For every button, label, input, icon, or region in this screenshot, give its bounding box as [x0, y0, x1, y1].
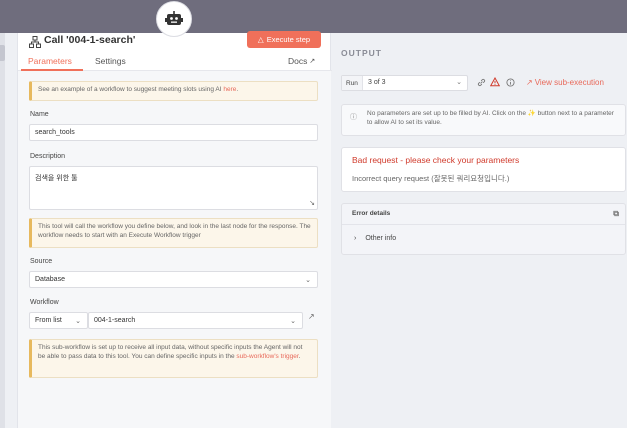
run-label: Run	[342, 76, 363, 90]
flask-icon: △	[257, 35, 264, 44]
workflow-select[interactable]: 004-1-search ⌄	[88, 312, 303, 329]
subworkflow-notice-suffix: .	[298, 352, 301, 360]
example-here-link[interactable]: here	[223, 86, 236, 93]
other-info-toggle[interactable]: › Other info	[354, 235, 396, 242]
name-input[interactable]: search_tools	[29, 124, 318, 141]
workflow-label: Workflow	[30, 299, 59, 306]
output-title: OUTPUT	[341, 48, 382, 58]
left-edge-panel	[0, 33, 5, 428]
other-info-label: Other info	[365, 235, 397, 242]
top-bar	[0, 0, 627, 33]
tab-parameters[interactable]: Parameters	[28, 56, 72, 66]
workflow-icon	[29, 36, 41, 48]
source-select[interactable]: Database ⌄	[29, 271, 318, 288]
error-card: Bad request - please check your paramete…	[341, 147, 626, 192]
subworkflow-notice: This sub-workflow is set up to receive a…	[29, 339, 318, 378]
subworkflow-trigger-link[interactable]: sub-workflow's trigger	[236, 353, 298, 360]
info-icon: ⓘ	[350, 114, 357, 121]
workflow-value: 004-1-search	[94, 317, 136, 324]
view-sub-execution-label: View sub-execution	[534, 78, 604, 87]
external-link-icon: ↗	[309, 58, 316, 65]
copy-icon[interactable]: ⧉	[613, 209, 619, 219]
tab-settings[interactable]: Settings	[95, 56, 126, 66]
error-details-card: Error details ⧉ › Other info	[341, 203, 626, 255]
error-details-header: Error details ⧉	[342, 204, 625, 225]
chevron-down-icon: ⌄	[290, 317, 296, 325]
execute-step-label: Execute step	[266, 35, 311, 44]
workflow-mode-select[interactable]: From list ⌄	[29, 312, 88, 329]
node-robot-badge	[156, 1, 192, 37]
resize-handle-icon[interactable]: ↘	[309, 199, 315, 207]
run-selector[interactable]: Run 3 of 3 ⌄	[341, 75, 468, 91]
example-notice-text: See an example of a workflow to suggest …	[38, 86, 224, 93]
link-icon[interactable]	[477, 78, 486, 89]
source-label: Source	[30, 258, 53, 265]
error-details-label: Error details	[352, 210, 391, 217]
robot-icon	[165, 11, 183, 25]
tool-info-notice: This tool will call the workflow you def…	[29, 218, 318, 248]
view-sub-execution-link[interactable]: ↗ View sub-execution	[526, 78, 604, 87]
chevron-right-icon: ›	[354, 235, 357, 242]
output-pane: OUTPUT Run 3 of 3 ⌄ ↗ View sub-execution…	[331, 33, 627, 428]
no-parameters-text: No parameters are set up to be filled by…	[367, 110, 614, 126]
description-label: Description	[30, 153, 66, 160]
chevron-down-icon: ⌄	[305, 276, 311, 284]
left-edge-tab[interactable]	[0, 45, 5, 61]
execute-step-button[interactable]: △ Execute step	[247, 31, 321, 48]
external-link-icon: ↗	[526, 78, 533, 87]
parameters-body: See an example of a workflow to suggest …	[18, 71, 331, 428]
no-parameters-notice: ⓘ No parameters are set up to be filled …	[341, 104, 626, 136]
error-title: Bad request - please check your paramete…	[352, 155, 520, 165]
chevron-down-icon: ⌄	[75, 317, 81, 325]
source-value: Database	[35, 276, 65, 283]
warning-icon	[489, 76, 501, 89]
example-notice-suffix: .	[236, 86, 239, 93]
example-notice: See an example of a workflow to suggest …	[29, 81, 318, 101]
docs-label: Docs	[288, 56, 308, 66]
node-title: Call '004-1-search'	[44, 34, 136, 46]
chevron-down-icon: ⌄	[456, 79, 462, 86]
description-textarea[interactable]: 검색을 위한 툴 ↘	[29, 166, 318, 210]
run-value: 3 of 3	[368, 79, 386, 86]
name-label: Name	[30, 111, 49, 118]
node-settings-panel: Call '004-1-search' △ Execute step Param…	[17, 31, 332, 428]
info-icon[interactable]	[506, 78, 515, 89]
open-workflow-icon[interactable]: ↗	[308, 312, 315, 321]
docs-link[interactable]: Docs ↗	[288, 56, 315, 66]
workflow-mode-value: From list	[35, 317, 62, 324]
description-value: 검색을 위한 툴	[35, 175, 78, 182]
error-subtitle: Incorrect query request (잘못된 쿼리요청입니다.)	[352, 174, 510, 183]
panel-tabs: Parameters Settings Docs ↗	[18, 55, 332, 71]
